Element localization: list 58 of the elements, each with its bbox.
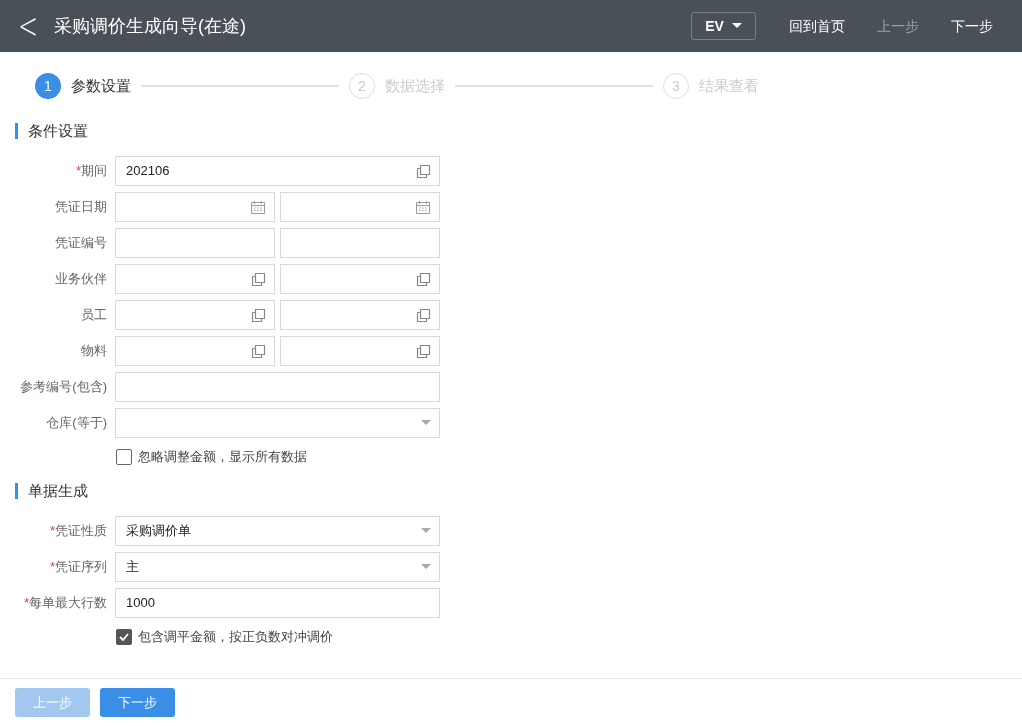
required-mark: * — [23, 594, 29, 613]
input-field[interactable] — [280, 192, 440, 222]
field-label: 每单最大行数 — [29, 594, 107, 613]
step-label[interactable]: 参数设置 — [71, 74, 131, 98]
checkbox[interactable] — [116, 629, 132, 645]
copy-icon[interactable] — [416, 163, 431, 179]
input-field[interactable] — [115, 228, 275, 258]
field-label: 期间 — [81, 162, 107, 181]
step-number: 1 — [35, 73, 61, 99]
field-label: 凭证日期 — [55, 198, 107, 217]
copy-icon[interactable] — [251, 343, 266, 359]
caret-icon[interactable] — [421, 420, 431, 426]
input-field[interactable] — [115, 300, 275, 330]
back-button[interactable]: < — [18, 8, 39, 44]
input-field[interactable] — [115, 192, 275, 222]
required-mark: * — [75, 162, 81, 181]
select-field[interactable] — [115, 408, 440, 438]
nav-button[interactable]: 下一步 — [940, 15, 1004, 37]
input-field[interactable]: 202106 — [115, 156, 440, 186]
section-title: 条件设置 — [28, 120, 88, 141]
copy-icon[interactable] — [416, 307, 431, 323]
input-field[interactable] — [280, 228, 440, 258]
select-field[interactable]: 采购调价单 — [115, 516, 440, 546]
field-label: 员工 — [81, 306, 107, 325]
field-label: 仓库(等于) — [46, 414, 107, 433]
checkbox[interactable] — [116, 449, 132, 465]
input-field[interactable] — [280, 264, 440, 294]
field-label: 凭证编号 — [55, 234, 107, 253]
calendar-icon[interactable] — [250, 199, 266, 215]
language-dropdown[interactable]: EV — [691, 12, 756, 40]
input-field[interactable]: 1000 — [115, 588, 440, 618]
field-label: 凭证性质 — [55, 522, 107, 541]
copy-icon[interactable] — [416, 271, 431, 287]
section-title: 单据生成 — [28, 480, 88, 501]
copy-icon[interactable] — [416, 343, 431, 359]
check-icon — [119, 633, 129, 641]
input-field[interactable] — [115, 372, 440, 402]
copy-icon[interactable] — [251, 271, 266, 287]
select-field[interactable]: 主 — [115, 552, 440, 582]
field-label: 参考编号(包含) — [20, 378, 107, 397]
required-mark: * — [49, 522, 55, 541]
input-field[interactable] — [115, 264, 275, 294]
input-field[interactable] — [280, 336, 440, 366]
caret-icon — [731, 23, 742, 29]
checkbox-label[interactable]: 包含调平金额，按正负数对冲调价 — [138, 627, 333, 647]
required-mark: * — [49, 558, 55, 577]
window-title: 采购调价生成向导(在途) — [54, 14, 248, 38]
nav-button[interactable]: 回到首页 — [778, 15, 856, 37]
input-field[interactable] — [280, 300, 440, 330]
field-label: 物料 — [81, 342, 107, 361]
copy-icon[interactable] — [251, 307, 266, 323]
caret-icon[interactable] — [421, 528, 431, 534]
caret-icon[interactable] — [421, 564, 431, 570]
field-label: 凭证序列 — [55, 558, 107, 577]
input-field[interactable] — [115, 336, 275, 366]
field-label: 业务伙伴 — [55, 270, 107, 289]
calendar-icon[interactable] — [415, 199, 431, 215]
checkbox-label[interactable]: 忽略调整金额，显示所有数据 — [138, 447, 307, 467]
